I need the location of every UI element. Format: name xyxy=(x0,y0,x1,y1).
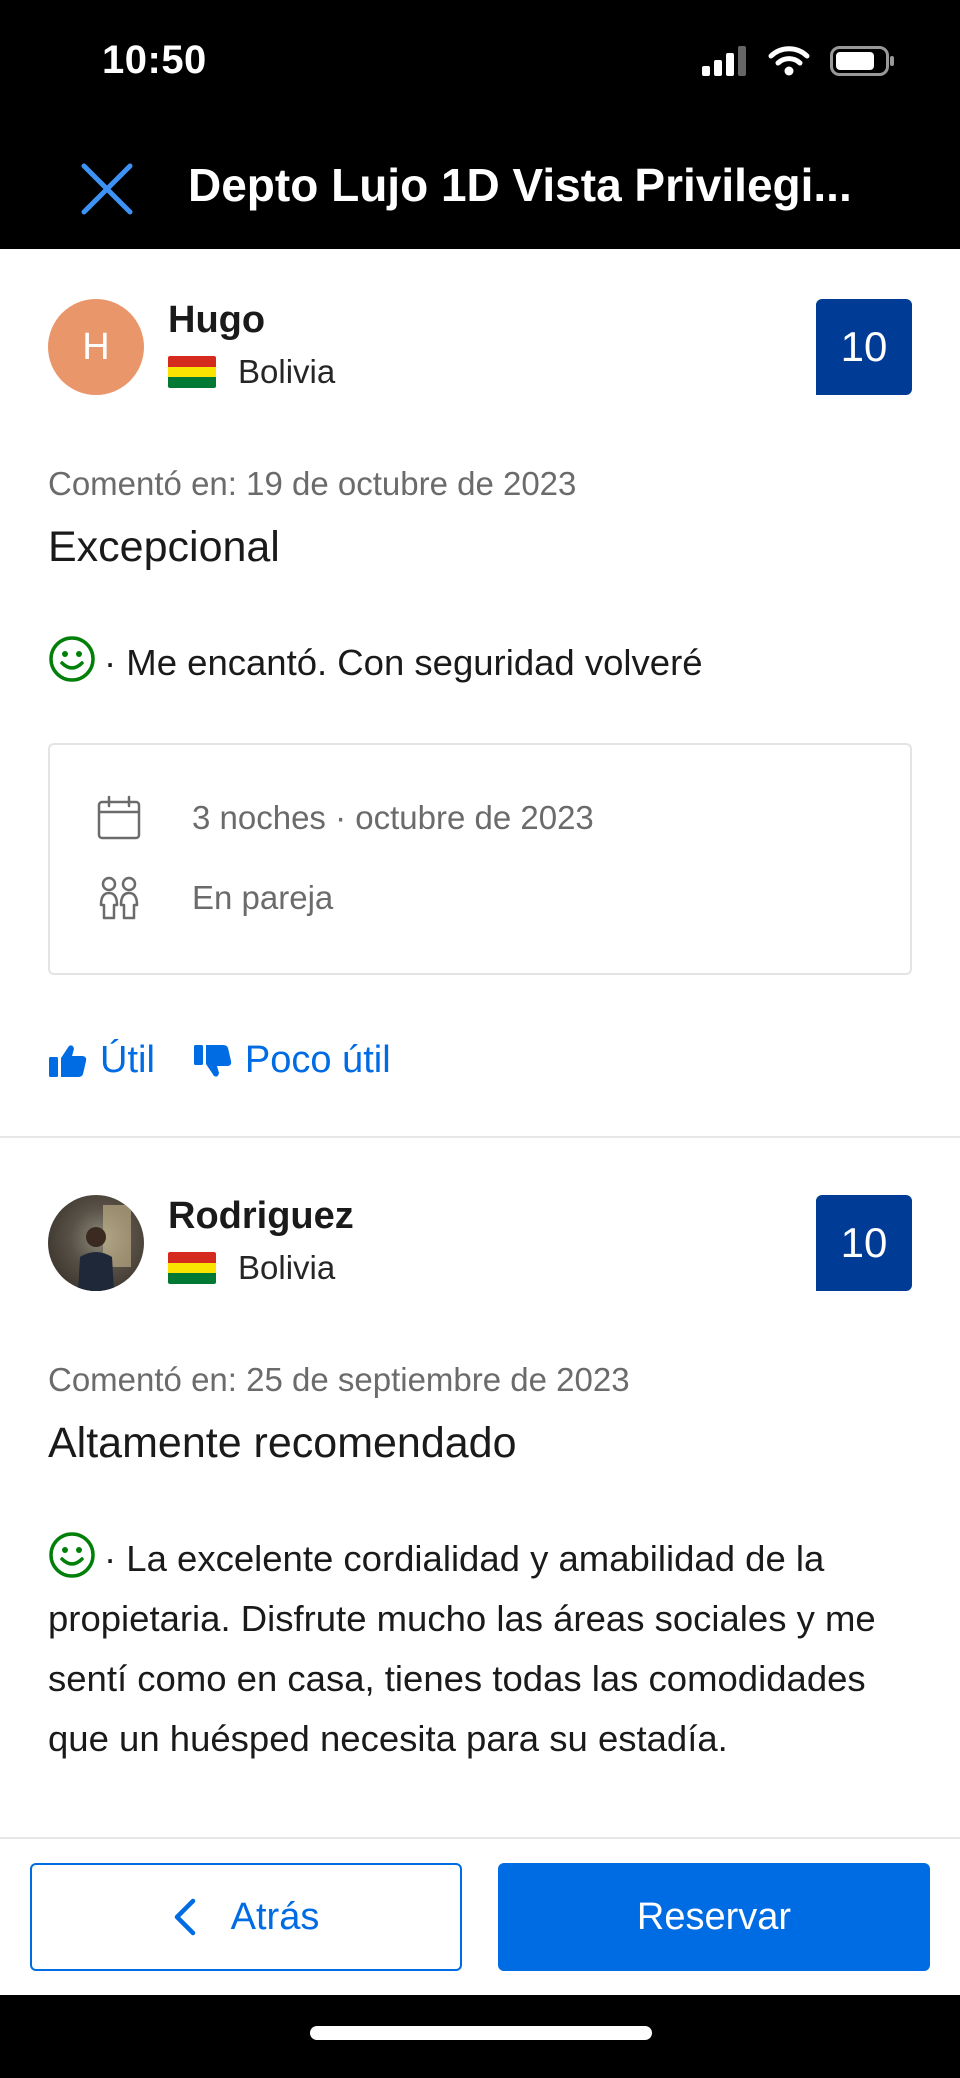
review-divider xyxy=(0,1136,960,1138)
reviews-list[interactable]: H Hugo Bolivia 10 Comentó en: 19 de octu… xyxy=(0,249,960,1837)
stay-nights-label: 3 noches · octubre de 2023 xyxy=(192,799,594,836)
back-button[interactable]: Atrás xyxy=(30,1863,462,1971)
review-title: Excepcional xyxy=(48,523,280,571)
stay-nights-row: 3 noches · octubre de 2023 xyxy=(96,795,594,841)
status-bar: 10:50 xyxy=(0,0,960,128)
reviewer-country: Bolivia xyxy=(168,1249,335,1287)
review-text: · Me encantó. Con seguridad volveré xyxy=(104,642,703,683)
status-time: 10:50 xyxy=(102,38,207,82)
bottom-action-bar: Atrás Reservar xyxy=(0,1837,960,1995)
close-icon[interactable] xyxy=(76,158,138,220)
country-label: Bolivia xyxy=(238,1249,336,1286)
status-icons xyxy=(702,46,896,76)
bolivia-flag-icon xyxy=(168,356,216,388)
thumbs-up-icon xyxy=(49,1044,87,1077)
smiley-positive-icon xyxy=(49,1532,95,1578)
not-helpful-label: Poco útil xyxy=(244,1039,391,1081)
avatar xyxy=(48,1195,144,1291)
not-helpful-button[interactable]: Poco útil xyxy=(193,1039,391,1082)
reserve-button[interactable]: Reservar xyxy=(498,1863,930,1971)
review-body: · La excelente cordialidad y amabilidad … xyxy=(48,1529,918,1769)
wifi-icon xyxy=(768,46,810,76)
back-label: Atrás xyxy=(230,1895,320,1938)
page-title: Depto Lujo 1D Vista Privilegi... xyxy=(188,159,852,211)
cellular-signal-icon xyxy=(702,46,746,76)
review-title: Altamente recomendado xyxy=(48,1419,517,1467)
review-feedback: Útil Poco útil xyxy=(48,1039,391,1082)
app-header: Depto Lujo 1D Vista Privilegi... xyxy=(0,128,960,249)
reserve-label: Reservar xyxy=(636,1895,792,1938)
avatar: H xyxy=(48,299,144,395)
calendar-icon xyxy=(97,795,141,840)
score-badge: 10 xyxy=(816,1195,912,1291)
helpful-button[interactable]: Útil xyxy=(48,1039,155,1082)
battery-icon xyxy=(830,46,894,76)
couple-icon xyxy=(99,876,139,920)
review-body: · Me encantó. Con seguridad volveré xyxy=(48,633,918,693)
profile-photo-icon xyxy=(78,1205,131,1291)
reviewer-name: Rodriguez xyxy=(168,1195,354,1237)
chevron-left-icon xyxy=(174,1898,195,1936)
score-badge: 10 xyxy=(816,299,912,395)
traveler-type-row: En pareja xyxy=(96,875,333,921)
reviewer-country: Bolivia xyxy=(168,353,335,391)
smiley-positive-icon xyxy=(49,636,95,682)
stay-details-box: 3 noches · octubre de 2023 En pareja xyxy=(48,743,912,975)
review-text: · La excelente cordialidad y amabilidad … xyxy=(48,1538,876,1759)
thumbs-down-icon xyxy=(193,1044,232,1077)
home-indicator[interactable] xyxy=(310,2026,652,2040)
reviewer-name: Hugo xyxy=(168,299,266,341)
comment-date: Comentó en: 25 de septiembre de 2023 xyxy=(48,1361,630,1398)
traveler-type-label: En pareja xyxy=(192,879,334,916)
country-label: Bolivia xyxy=(238,353,336,390)
comment-date: Comentó en: 19 de octubre de 2023 xyxy=(48,465,577,502)
helpful-label: Útil xyxy=(100,1039,155,1081)
home-indicator-area xyxy=(0,1995,960,2078)
bolivia-flag-icon xyxy=(168,1252,216,1284)
